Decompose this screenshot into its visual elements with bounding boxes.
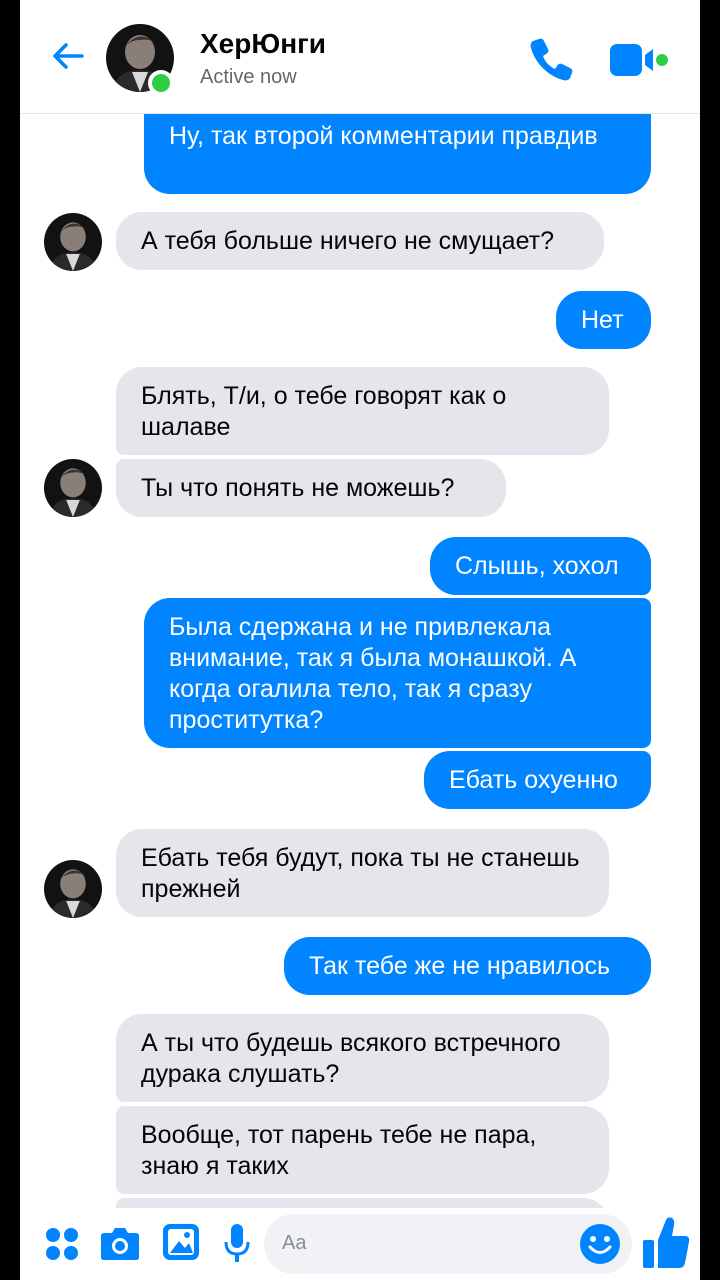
arrow-left-icon[interactable] (50, 38, 86, 74)
message-composer: Aa (20, 1208, 700, 1280)
message-outgoing[interactable]: Ну, так второй комментарии правдив (144, 106, 651, 194)
online-indicator (148, 70, 174, 96)
contact-avatar-small[interactable] (44, 860, 102, 918)
contact-status: Active now (200, 66, 297, 88)
contact-name[interactable]: ХерЮнги (200, 28, 326, 60)
message-incoming[interactable]: Блять, Т/и, о тебе говорят как о шалаве (116, 367, 609, 455)
message-outgoing[interactable]: Так тебе же не нравилось (284, 937, 651, 995)
four-dots-icon[interactable] (44, 1226, 80, 1262)
chat-header: ХерЮнги Active now (20, 0, 700, 114)
contact-avatar-small[interactable] (44, 459, 102, 517)
message-input-placeholder: Aa (282, 1232, 307, 1254)
smiley-icon[interactable] (578, 1222, 622, 1266)
message-outgoing[interactable]: Была сдержана и не привлекала внимание, … (144, 598, 651, 748)
camera-icon[interactable] (100, 1225, 140, 1261)
phone-icon[interactable] (526, 34, 576, 84)
message-incoming[interactable]: А ты что будешь всякого встречного дурак… (116, 1014, 609, 1102)
message-incoming[interactable]: Ебать тебя будут, пока ты не станешь пре… (116, 829, 609, 917)
message-incoming[interactable]: Вообще, тот парень тебе не пара, знаю я … (116, 1106, 609, 1194)
contact-avatar-small[interactable] (44, 213, 102, 271)
video-camera-icon[interactable] (608, 40, 670, 80)
message-incoming[interactable]: Ты что понять не можешь? (116, 459, 506, 517)
message-outgoing[interactable]: Слышь, хохол (430, 537, 651, 595)
microphone-icon[interactable] (224, 1222, 250, 1264)
message-outgoing[interactable]: Ебать охуенно (424, 751, 651, 809)
message-outgoing[interactable]: Нет (556, 291, 651, 349)
message-input[interactable]: Aa (264, 1214, 632, 1274)
image-icon[interactable] (162, 1223, 200, 1261)
thumbs-up-icon[interactable] (640, 1214, 692, 1270)
message-incoming[interactable]: А тебя больше ничего не смущает? (116, 212, 604, 270)
chat-screen: ХерЮнги Active now Ну, так второй коммен… (20, 0, 700, 1280)
